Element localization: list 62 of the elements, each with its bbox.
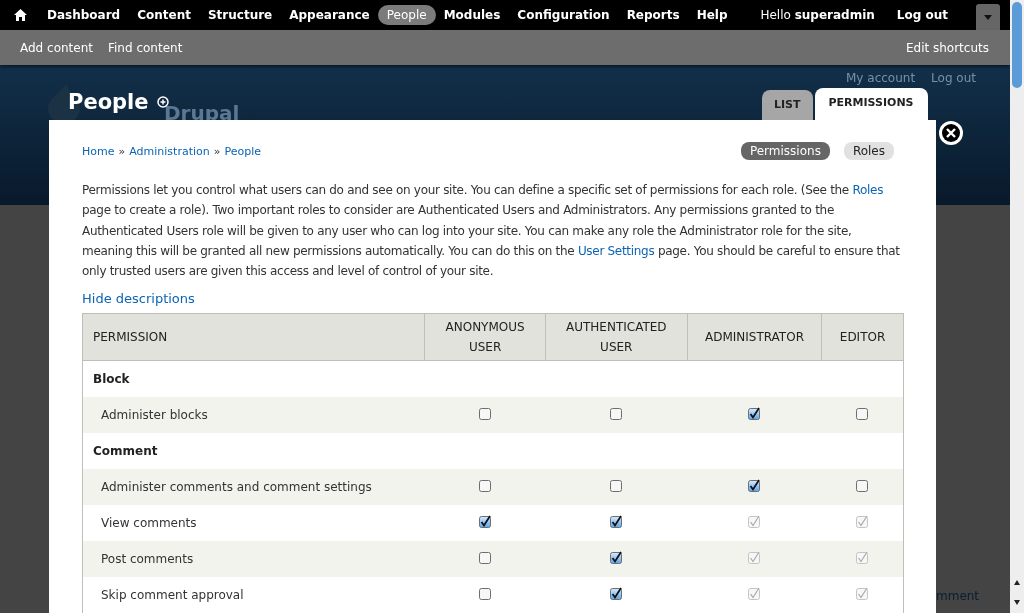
checkbox[interactable] [747,407,762,421]
scrollbar[interactable] [1010,0,1024,613]
column-header: PERMISSION [82,314,425,361]
toolbar-menu-item[interactable]: Content [128,5,200,25]
toolbar-menu-item[interactable]: Configuration [508,5,619,25]
checkbox[interactable] [478,551,493,565]
description-text: Permissions let you control what users can do and see on your site. You can define a specific set of permissions for each role. (See the Roles page to create a role). Two important roles to consider are Authenticated Users and Administrators. Any permissions granted to the Authenticated Users role will be given to any user who can log into your site. You can make any role the Administrator role for the site, meaning this will be granted all new permissions automatically. You can do this on the User Settings page. You should be careful to ensure that only trusted users are given this access and level of control of your site. [82,182,901,281]
shortcuts-toggle-button[interactable] [976,4,1000,30]
inline-link[interactable]: User Settings [577,243,655,258]
toolbar-menu-item[interactable]: People [377,5,436,25]
checkbox[interactable] [478,479,493,493]
column-header: AUTHENTICATED USER [545,314,688,361]
breadcrumb-link[interactable]: Home [82,144,115,158]
permission-name: View comments [82,505,425,542]
checkbox[interactable] [609,515,624,529]
checkbox[interactable] [609,587,624,601]
caret-icon [984,14,992,20]
checkbox[interactable] [609,479,624,493]
permission-name: Skip comment approval [82,577,425,613]
breadcrumb-link[interactable]: People [224,144,261,158]
permission-name: Administer comments and comment settings [82,469,425,506]
breadcrumb-separator: » [213,144,221,158]
secondary-tab[interactable]: Permissions [740,142,830,160]
checkbox[interactable] [609,551,624,565]
home-icon[interactable] [14,9,27,21]
shortcut-link[interactable]: Find content [108,40,183,55]
inline-link[interactable]: Roles [852,183,884,197]
logout-link[interactable]: Log out [896,8,948,22]
checkbox[interactable] [855,407,870,421]
shortcut-link[interactable]: Add content [20,40,93,55]
checkbox[interactable] [478,587,493,601]
page-tab[interactable]: PERMISSIONS [814,88,928,120]
toolbar-menu-item[interactable]: Help [687,5,737,25]
permission-name: Post comments [82,541,425,578]
user-greeting: Hello superadmin [760,8,875,22]
column-header: EDITOR [821,314,904,361]
toolbar-menu-item[interactable]: Structure [198,5,282,25]
toolbar-menu-item[interactable]: Reports [617,5,689,25]
column-header: ANONYMOUS USER [424,314,546,361]
toolbar-menu-item[interactable]: Appearance [280,5,379,25]
checkbox[interactable] [609,407,624,421]
checkbox[interactable] [855,479,870,493]
hide-descriptions-link[interactable]: Hide descriptions [82,291,195,307]
edit-shortcuts-link[interactable]: Edit shortcuts [905,40,989,55]
page-tab[interactable]: LIST [762,90,813,120]
user-link[interactable]: Log out [931,71,976,85]
toolbar-menu-item[interactable]: Modules [434,5,510,25]
page-title: People [68,90,149,114]
close-icon[interactable] [939,121,963,145]
checkbox[interactable] [747,479,762,493]
site-name: Drupal [164,101,240,125]
checkbox[interactable] [478,515,493,529]
section-title: Comment [82,433,904,470]
breadcrumb-separator: » [118,144,126,158]
checkbox[interactable] [478,407,493,421]
column-header: ADMINISTRATOR [687,314,822,361]
section-title: Block [82,361,904,398]
breadcrumb-link[interactable]: Administration [129,144,210,158]
permission-name: Administer blocks [82,397,425,434]
toolbar-menu-item[interactable]: Dashboard [38,5,130,25]
user-link[interactable]: My account [846,71,916,85]
secondary-tab[interactable]: Roles [843,142,894,160]
